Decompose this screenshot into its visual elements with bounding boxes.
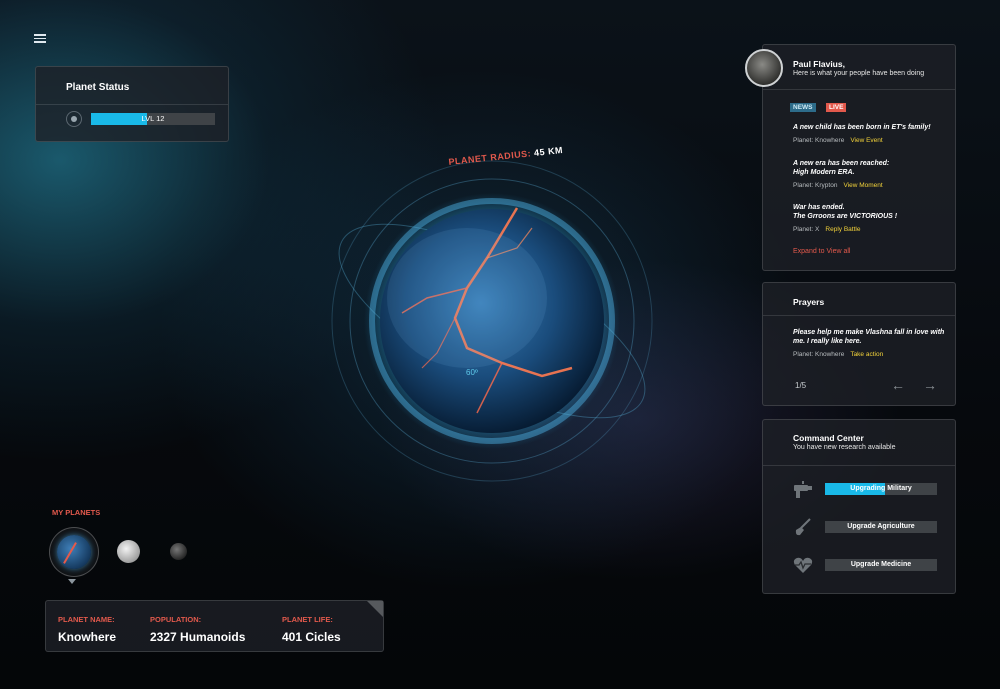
greeting: Paul Flavius,	[793, 59, 845, 69]
planet-thumb-image	[57, 535, 91, 569]
next-arrow-icon[interactable]: →	[923, 377, 937, 393]
menu-icon[interactable]	[34, 34, 46, 43]
view-moment-link[interactable]: View Moment	[843, 182, 882, 189]
news-item-planet: Planet: Krypton	[793, 182, 838, 189]
planet-info-bar: PLANET NAME: Knowhere POPULATION: 2327 H…	[45, 600, 384, 652]
prev-arrow-icon[interactable]: ←	[891, 377, 905, 393]
rotation-degree: 60º	[466, 368, 478, 377]
upgrading-military-label: Upgrading Military	[850, 485, 912, 492]
prayers-title: Prayers	[793, 297, 825, 307]
prayer-page-indicator: 1/5	[795, 381, 807, 390]
prayer-meta: Planet: Knowhere Take action	[793, 351, 948, 358]
shovel-icon	[795, 518, 811, 536]
population-block: POPULATION: 2327 Humanoids	[150, 615, 245, 644]
live-tag[interactable]: LIVE	[826, 103, 847, 112]
planet-life-block: PLANET LIFE: 401 Cicles	[282, 615, 341, 644]
prayers-panel: Prayers Please help me make Vlashna fall…	[762, 282, 956, 406]
news-tag[interactable]: NEWS	[790, 103, 816, 112]
command-center-subtitle: You have new research available	[793, 444, 896, 451]
prayer-item: Please help me make Vlashna fall in love…	[793, 328, 948, 358]
upgrade-medicine-button[interactable]: Upgrade Medicine	[825, 559, 937, 571]
planet-view[interactable]	[317, 148, 667, 498]
planet-name-block: PLANET NAME: Knowhere	[58, 615, 116, 644]
expand-view-all-link[interactable]: Expand to View all	[793, 248, 850, 255]
take-action-link[interactable]: Take action	[850, 351, 883, 358]
planet-status-panel: Planet Status LVL 12	[35, 66, 229, 142]
news-item-planet: Planet: Knowhere	[793, 137, 845, 144]
prayer-planet: Planet: Knowhere	[793, 351, 845, 358]
news-item: War has ended. The Grroons are VICTORIOU…	[793, 203, 948, 233]
news-item-meta: Planet: Krypton View Moment	[793, 182, 948, 189]
planet-thumb-knowhere[interactable]	[49, 527, 99, 577]
level-icon	[66, 111, 82, 127]
level-bar: LVL 12	[91, 113, 215, 125]
ray-gun-icon	[794, 481, 812, 498]
level-label: LVL 12	[141, 114, 165, 123]
avatar[interactable]	[745, 49, 783, 87]
divider	[36, 104, 228, 105]
planet-life-value: 401 Cicles	[282, 630, 341, 644]
upgrade-medicine-label: Upgrade Medicine	[850, 561, 912, 568]
planet-thumb-dark[interactable]	[170, 543, 187, 560]
divider	[763, 465, 955, 466]
upgrade-agriculture-button[interactable]: Upgrade Agriculture	[825, 521, 937, 533]
population-value: 2327 Humanoids	[150, 630, 246, 644]
selected-caret-icon	[68, 579, 76, 584]
news-item-text: War has ended. The Grroons are VICTORIOU…	[793, 204, 898, 220]
news-item-text: A new child has been born in ET's family…	[793, 124, 931, 131]
reply-battle-link[interactable]: Reply Battle	[825, 226, 860, 233]
corner-decoration	[367, 601, 383, 617]
prayer-text: Please help me make Vlashna fall in love…	[793, 329, 945, 345]
view-event-link[interactable]: View Event	[850, 137, 882, 144]
news-item: A new era has been reached: High Modern …	[793, 159, 948, 189]
news-item-planet: Planet: X	[793, 226, 820, 233]
news-item-meta: Planet: X Reply Battle	[793, 226, 948, 233]
news-panel: Paul Flavius, Here is what your people h…	[762, 44, 956, 271]
planet-name-value: Knowhere	[58, 630, 117, 644]
command-center-panel: Command Center You have new research ava…	[762, 419, 956, 594]
command-center-title: Command Center	[793, 433, 864, 443]
news-item-text: A new era has been reached: High Modern …	[793, 160, 890, 176]
planet-thumb-moon[interactable]	[117, 540, 140, 563]
divider	[763, 89, 955, 90]
population-key: POPULATION:	[150, 615, 202, 624]
greeting-subtitle: Here is what your people have been doing	[793, 70, 925, 77]
planet-life-key: PLANET LIFE:	[282, 615, 333, 624]
planet-name-key: PLANET NAME:	[58, 615, 115, 624]
upgrading-military-button[interactable]: Upgrading Military	[825, 483, 937, 495]
my-planets-label: MY PLANETS	[52, 508, 101, 517]
planet-status-title: Planet Status	[66, 82, 130, 93]
heart-pulse-icon	[793, 557, 813, 573]
divider	[763, 315, 955, 316]
upgrade-agriculture-label: Upgrade Agriculture	[847, 523, 915, 530]
news-item: A new child has been born in ET's family…	[793, 123, 948, 144]
news-item-meta: Planet: Knowhere View Event	[793, 137, 948, 144]
